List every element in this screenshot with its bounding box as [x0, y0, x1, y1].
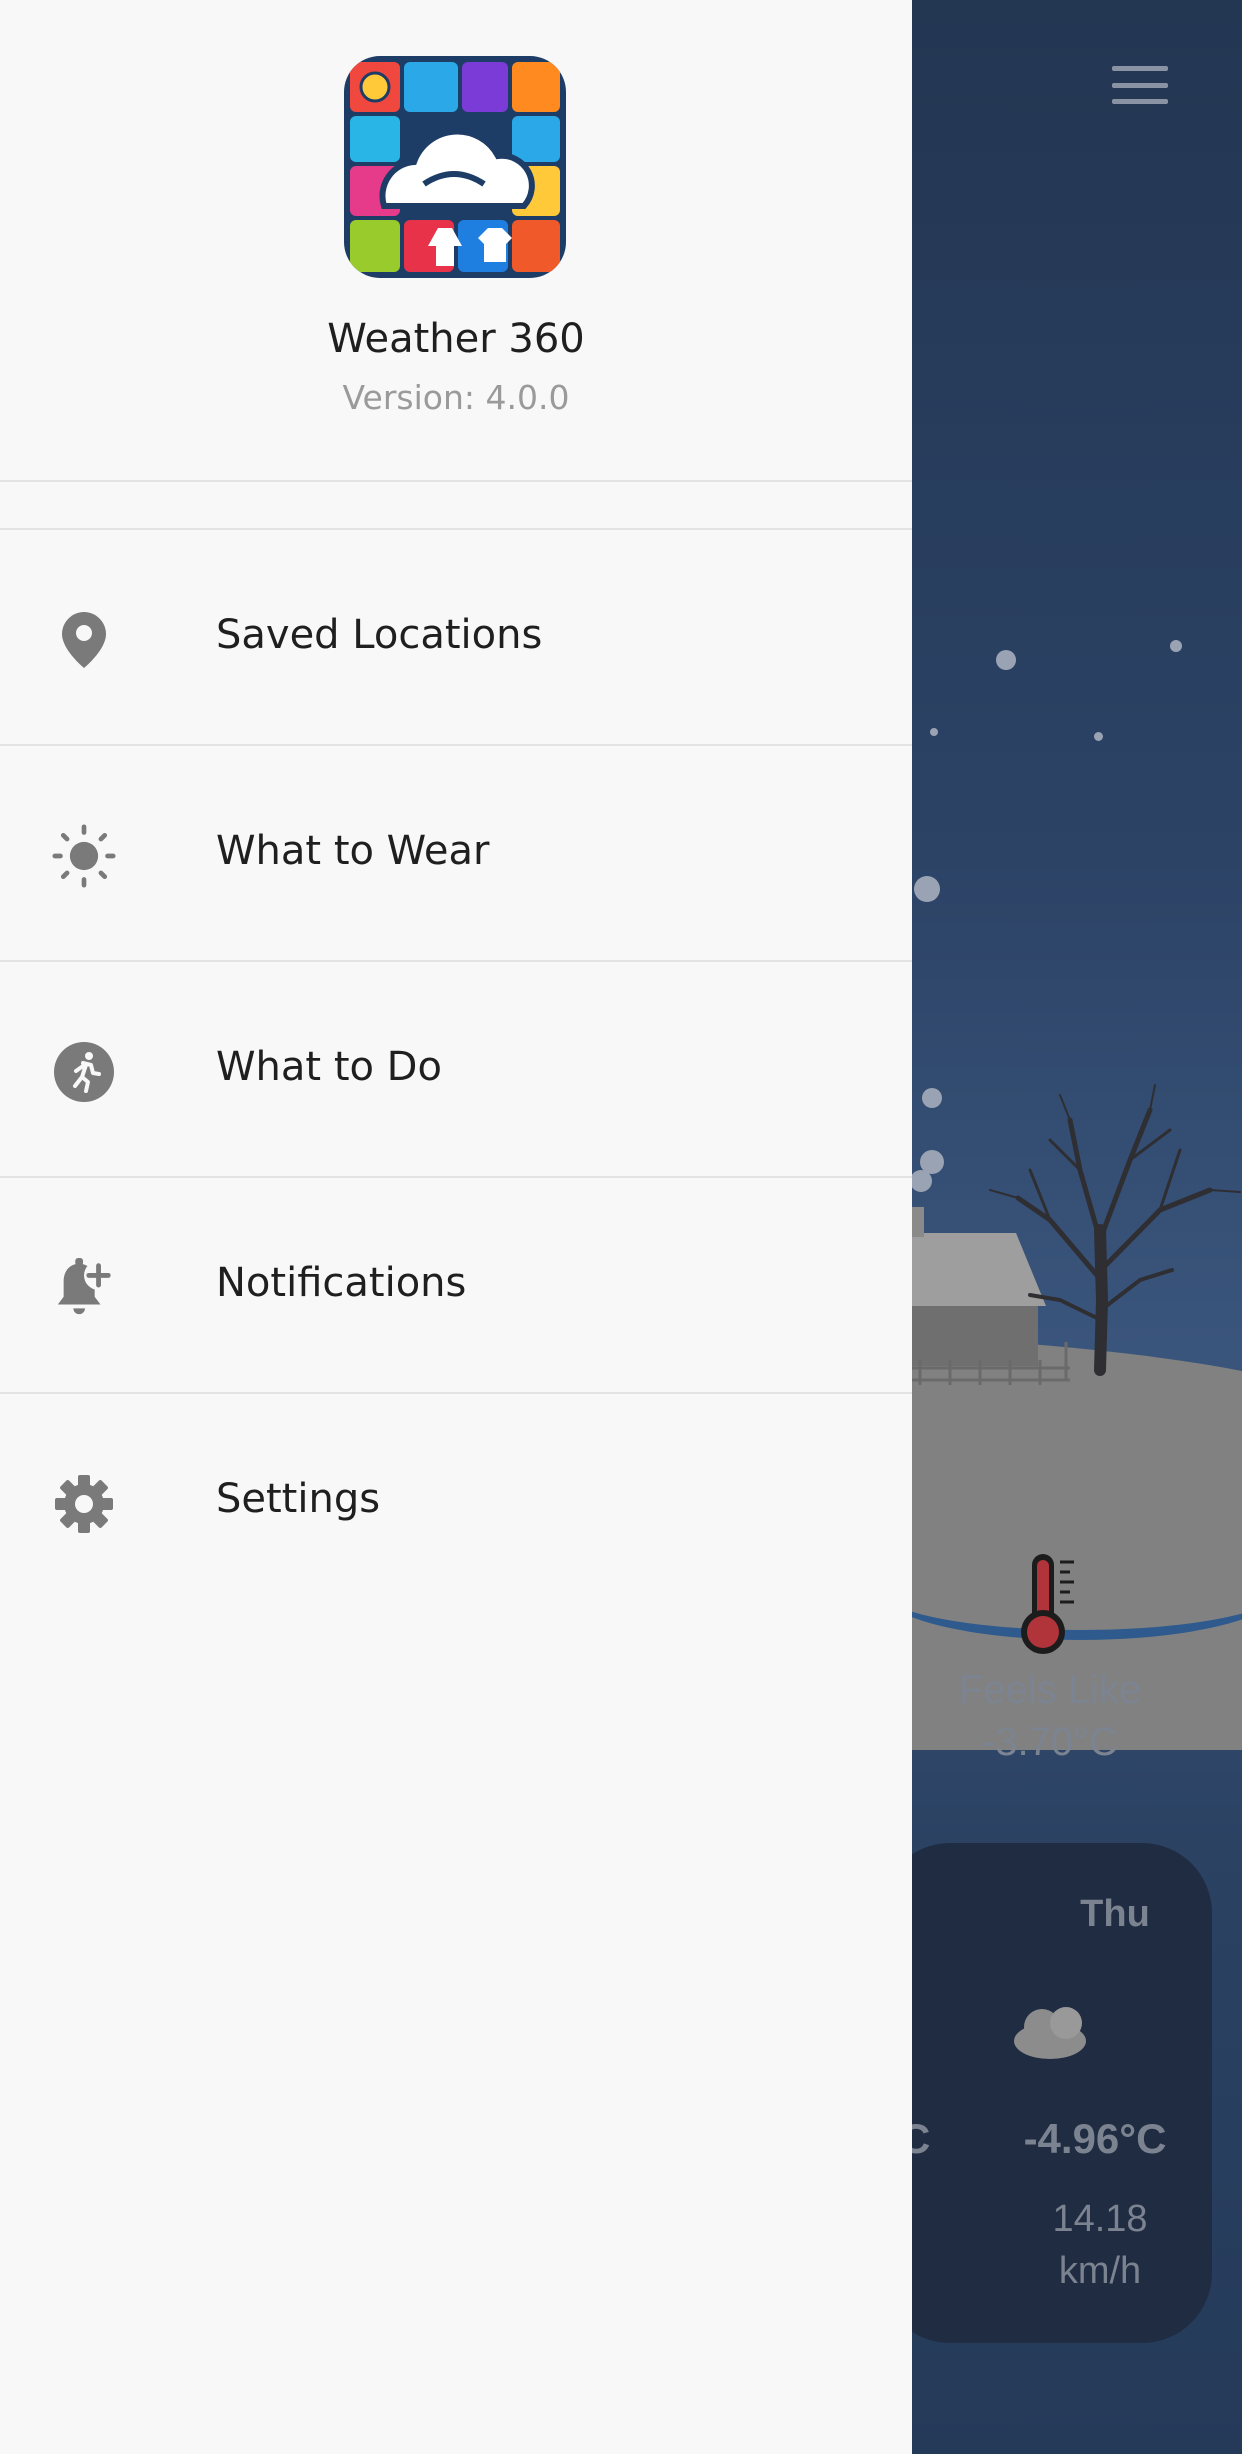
forecast-card[interactable]: Thu C -4.96°C 14.18 km/h: [880, 1843, 1212, 2343]
weather-360-logo-icon: [344, 56, 566, 278]
cloudy-night-icon: [1014, 2007, 1120, 2059]
navigation-drawer: Weather 360 Version: 4.0.0 Saved Locatio…: [0, 0, 912, 2454]
forecast-wind-value: 14.18: [1052, 2198, 1148, 2240]
app-name: Weather 360: [327, 316, 585, 362]
snowflake: [1094, 732, 1103, 741]
snowflake: [930, 728, 938, 736]
feels-like-panel: Feels Like -3.70°C: [900, 1550, 1200, 1768]
snowflake: [996, 650, 1016, 670]
feels-like-value: -3.70°C: [981, 1720, 1119, 1764]
thermometer-icon: [1021, 1554, 1074, 1654]
snowflake: [914, 876, 940, 902]
app-version: Version: 4.0.0: [342, 378, 570, 417]
forecast-wind-unit: km/h: [1058, 2250, 1142, 2292]
gear-icon: [52, 1472, 116, 1536]
menu-item-label: What to Do: [216, 1044, 442, 1090]
hamburger-menu-icon[interactable]: [1110, 62, 1170, 108]
menu-item-what-to-wear[interactable]: What to Wear: [0, 746, 912, 962]
drawer-header: Weather 360 Version: 4.0.0: [0, 0, 912, 482]
drawer-divider: [0, 482, 912, 530]
sun-icon: [52, 824, 116, 888]
menu-item-saved-locations[interactable]: Saved Locations: [0, 530, 912, 746]
snowflake: [1170, 640, 1182, 652]
menu-item-label: Settings: [216, 1476, 381, 1522]
menu-item-what-to-do[interactable]: What to Do: [0, 962, 912, 1178]
bell-plus-icon: [52, 1256, 116, 1320]
menu-item-label: Notifications: [216, 1260, 467, 1306]
menu-item-label: Saved Locations: [216, 612, 543, 658]
forecast-wind: 14.18 km/h: [1000, 2193, 1200, 2297]
location-pin-icon: [52, 608, 116, 672]
menu-item-settings[interactable]: Settings: [0, 1394, 912, 1610]
feels-like-label: Feels Like: [958, 1668, 1142, 1712]
menu-item-notifications[interactable]: Notifications: [0, 1178, 912, 1394]
running-person-icon: [52, 1040, 116, 1104]
forecast-temp: -4.96°C: [1023, 2115, 1167, 2162]
menu-item-label: What to Wear: [216, 828, 490, 874]
forecast-day: Thu: [1080, 1893, 1150, 1935]
